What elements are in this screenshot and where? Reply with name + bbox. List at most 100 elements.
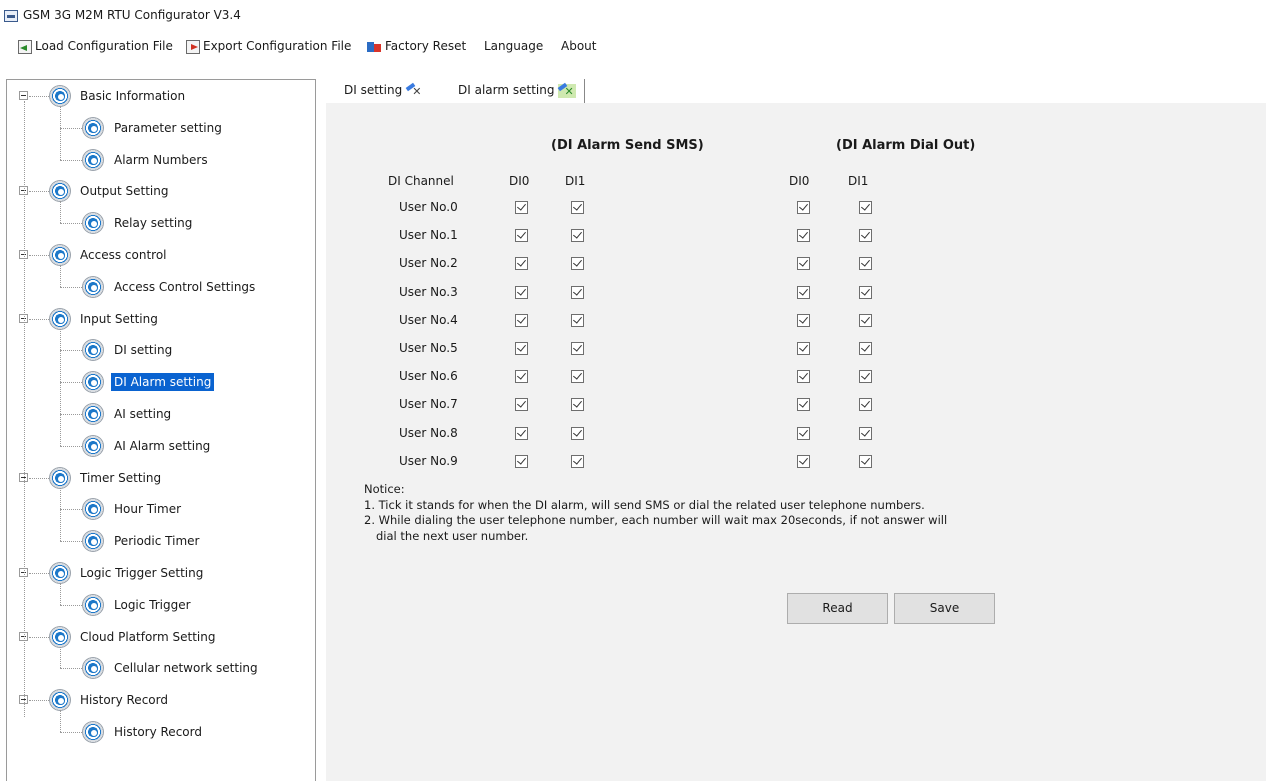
dial-di1-checkbox[interactable] (859, 398, 872, 412)
tree-group-label: Basic Information (80, 89, 186, 103)
tree-group-label: Logic Trigger Setting (80, 566, 204, 580)
dial-di0-checkbox[interactable] (797, 454, 810, 468)
tree-group-label: Access control (80, 248, 167, 262)
tree-connector (60, 286, 84, 288)
tree-item-label: Parameter setting (114, 120, 222, 135)
tree-item[interactable]: Parameter setting (111, 116, 225, 140)
tree-item[interactable]: AI Alarm setting (111, 434, 213, 458)
dial-di0-checkbox[interactable] (797, 426, 810, 440)
dial-di1-checkbox[interactable] (859, 201, 872, 214)
tree-item-label: Periodic Timer (114, 534, 200, 549)
sms-di0-checkbox[interactable] (515, 426, 528, 440)
sms-di0-checkbox[interactable] (515, 370, 528, 384)
dial-di0-checkbox[interactable] (797, 229, 810, 243)
sms-column-di1: DI1 (565, 174, 586, 188)
tree-item[interactable]: Access Control Settings (111, 275, 258, 299)
tree-group[interactable]: Logic Trigger Setting (77, 561, 206, 585)
tree-collapse-icon[interactable] (19, 91, 28, 100)
gear-icon (49, 625, 71, 648)
menu-factory-reset[interactable]: Factory Reset (366, 37, 466, 55)
sms-di1-checkbox[interactable] (571, 229, 584, 243)
tree-connector (60, 382, 84, 384)
tree-item[interactable]: Periodic Timer (111, 529, 202, 553)
tree-connector (60, 328, 61, 446)
user-row-label: User No.3 (399, 284, 458, 299)
sms-di1-checkbox[interactable] (571, 370, 584, 384)
tree-group-label: Cloud Platform Setting (80, 629, 216, 644)
dial-di1-checkbox[interactable] (859, 257, 872, 271)
sms-di1-checkbox[interactable] (571, 426, 584, 440)
tree-connector (29, 636, 49, 638)
tree-group[interactable]: Timer Setting (77, 466, 164, 490)
tree-item[interactable]: Logic Trigger (111, 593, 194, 617)
dial-di0-checkbox[interactable] (797, 398, 810, 412)
dial-di1-checkbox[interactable] (859, 454, 872, 468)
tree-group[interactable]: Input Setting (77, 307, 161, 331)
sms-di0-checkbox[interactable] (515, 454, 528, 468)
dial-di0-checkbox[interactable] (797, 257, 810, 271)
dial-di0-checkbox[interactable] (797, 285, 810, 299)
tree-connector (29, 318, 49, 320)
tree-item-label: History Record (114, 725, 202, 739)
dial-di0-checkbox[interactable] (797, 370, 810, 384)
sms-di1-checkbox[interactable] (571, 201, 584, 214)
user-row-label: User No.5 (399, 341, 458, 355)
tree-group[interactable]: Cloud Platform Setting (77, 625, 218, 649)
tab-di-alarm-setting[interactable]: DI alarm setting (448, 79, 585, 103)
sms-di0-checkbox[interactable] (515, 313, 528, 327)
read-button[interactable]: Read (787, 593, 888, 624)
dial-di1-checkbox[interactable] (859, 313, 872, 327)
tree-item[interactable]: Alarm Numbers (111, 148, 211, 172)
tree-item[interactable]: Hour Timer (111, 497, 184, 521)
tree-connector (60, 414, 84, 415)
sms-di1-checkbox[interactable] (571, 313, 584, 327)
sms-di0-checkbox[interactable] (515, 398, 528, 412)
menu-export-configuration[interactable]: Export Configuration File (186, 37, 351, 55)
notice-title: Notice: (364, 482, 405, 496)
tree-connector (60, 668, 84, 670)
sms-di1-checkbox[interactable] (571, 257, 584, 271)
dial-di1-checkbox[interactable] (859, 426, 872, 440)
dial-di1-checkbox[interactable] (859, 342, 872, 355)
tree-group[interactable]: History Record (77, 688, 171, 712)
gear-icon (49, 180, 71, 203)
tree-group[interactable]: Access control (77, 243, 170, 267)
tab-di-setting[interactable]: DI setting (334, 79, 446, 103)
sms-di1-checkbox[interactable] (571, 398, 584, 412)
sms-di0-checkbox[interactable] (515, 342, 528, 355)
app-icon (4, 10, 18, 22)
menu-load-configuration[interactable]: Load Configuration File (18, 37, 173, 55)
tree-item[interactable]: DI Alarm setting (111, 370, 215, 394)
sms-di0-checkbox[interactable] (515, 201, 528, 214)
tree-group[interactable]: Output Setting (77, 179, 171, 203)
tree-item[interactable]: DI setting (111, 338, 175, 362)
dial-di0-checkbox[interactable] (797, 313, 810, 327)
gear-icon (82, 339, 104, 362)
tree-connector (60, 604, 84, 606)
gear-icon (82, 148, 104, 171)
tree-group[interactable]: Basic Information (77, 84, 188, 108)
tree-item[interactable]: AI setting (111, 402, 174, 426)
sms-di1-checkbox[interactable] (571, 342, 584, 355)
tree-connector (60, 710, 61, 732)
save-button[interactable]: Save (894, 593, 995, 624)
tree-item[interactable]: Relay setting (111, 211, 195, 235)
tab-close-icon[interactable] (558, 81, 577, 103)
menu-about[interactable]: About (561, 37, 596, 55)
tab-close-icon[interactable] (406, 81, 424, 103)
dial-di1-checkbox[interactable] (859, 229, 872, 243)
sms-di1-checkbox[interactable] (571, 285, 584, 299)
sms-di1-checkbox[interactable] (571, 454, 584, 468)
tree-item[interactable]: Cellular network setting (111, 656, 261, 680)
sms-di0-checkbox[interactable] (515, 229, 528, 243)
dial-di0-checkbox[interactable] (797, 201, 810, 214)
menu-language[interactable]: Language (484, 37, 543, 55)
sms-di0-checkbox[interactable] (515, 257, 528, 271)
tree-item[interactable]: History Record (111, 720, 205, 744)
dial-di1-checkbox[interactable] (859, 370, 872, 384)
dial-di1-checkbox[interactable] (859, 285, 872, 299)
dial-di0-checkbox[interactable] (797, 342, 810, 355)
tree-connector (60, 106, 61, 160)
gear-icon (49, 466, 71, 489)
sms-di0-checkbox[interactable] (515, 285, 528, 299)
